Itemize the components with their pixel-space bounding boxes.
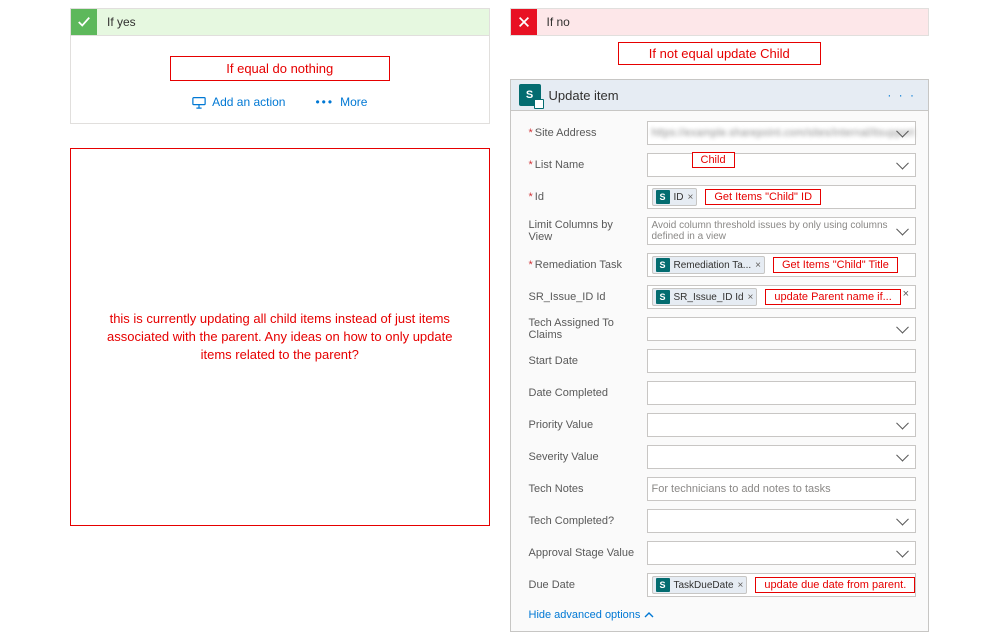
input-priority-value[interactable] xyxy=(647,413,917,437)
row-priority-value: Priority Value xyxy=(529,413,917,437)
if-yes-column: If yes If equal do nothing Add an action… xyxy=(70,8,490,632)
update-item-card: S Update item · · · *Site Address https:… xyxy=(510,79,930,632)
if-yes-body: If equal do nothing Add an action ••• Mo… xyxy=(70,36,490,124)
label-date-completed: Date Completed xyxy=(529,387,639,399)
row-severity-value: Severity Value xyxy=(529,445,917,469)
input-id[interactable]: SID× Get Items "Child" ID xyxy=(647,185,917,209)
card-menu-dots-icon[interactable]: · · · xyxy=(883,88,920,102)
label-due-date: Due Date xyxy=(529,579,639,591)
annotation-question-text: this is currently updating all child ite… xyxy=(101,310,459,365)
add-action-icon xyxy=(192,95,206,109)
annotation-if-equal: If equal do nothing xyxy=(170,56,390,81)
hide-advanced-link[interactable]: Hide advanced options xyxy=(529,605,655,625)
check-icon xyxy=(71,9,97,35)
label-priority-value: Priority Value xyxy=(529,419,639,431)
row-id: *Id SID× Get Items "Child" ID xyxy=(529,185,917,209)
if-no-header[interactable]: If no xyxy=(510,8,930,36)
row-tech-notes: Tech Notes For technicians to add notes … xyxy=(529,477,917,501)
token-task-due-date[interactable]: STaskDueDate× xyxy=(652,576,748,594)
update-item-title: Update item xyxy=(549,88,884,103)
row-list-name: *List Name Child xyxy=(529,153,917,177)
flow-condition-designer: If yes If equal do nothing Add an action… xyxy=(0,0,999,640)
row-limit-columns: Limit Columns by View Avoid column thres… xyxy=(529,217,917,245)
annotation-get-child-id: Get Items "Child" ID xyxy=(705,189,821,205)
more-link[interactable]: ••• More xyxy=(315,95,367,109)
input-remediation-task[interactable]: SRemediation Ta...× Get Items "Child" Ti… xyxy=(647,253,917,277)
yes-actions-row: Add an action ••• More xyxy=(91,95,469,109)
add-action-link[interactable]: Add an action xyxy=(192,95,285,109)
update-item-body: *Site Address https://example.sharepoint… xyxy=(511,111,929,631)
if-yes-header[interactable]: If yes xyxy=(70,8,490,36)
more-label: More xyxy=(340,95,367,109)
if-no-title: If no xyxy=(547,15,570,29)
row-approval-stage: Approval Stage Value xyxy=(529,541,917,565)
hide-advanced-label: Hide advanced options xyxy=(529,609,641,621)
label-tech-completed: Tech Completed? xyxy=(529,515,639,527)
label-tech-notes: Tech Notes xyxy=(529,483,639,495)
label-limit-columns: Limit Columns by View xyxy=(529,219,639,243)
chevron-up-icon xyxy=(644,610,654,620)
if-yes-title: If yes xyxy=(107,15,136,29)
row-tech-assigned: Tech Assigned To Claims xyxy=(529,317,917,341)
row-remediation-task: *Remediation Task SRemediation Ta...× Ge… xyxy=(529,253,917,277)
label-id: *Id xyxy=(529,191,639,203)
input-tech-notes[interactable]: For technicians to add notes to tasks xyxy=(647,477,917,501)
more-dots-icon: ••• xyxy=(315,95,334,109)
annotation-child: Child xyxy=(692,152,735,168)
annotation-if-not-equal: If not equal update Child xyxy=(618,42,821,65)
annotation-get-child-title: Get Items "Child" Title xyxy=(773,257,898,273)
label-remediation-task: *Remediation Task xyxy=(529,259,639,271)
input-list-name[interactable]: Child xyxy=(647,153,917,177)
input-tech-completed[interactable] xyxy=(647,509,917,533)
label-sr-issue-id: SR_Issue_ID Id xyxy=(529,291,639,303)
label-list-name: *List Name xyxy=(529,159,639,171)
row-due-date: Due Date STaskDueDate× update due date f… xyxy=(529,573,917,597)
row-date-completed: Date Completed xyxy=(529,381,917,405)
token-sr-issue[interactable]: SSR_Issue_ID Id× xyxy=(652,288,758,306)
label-start-date: Start Date xyxy=(529,355,639,367)
token-id[interactable]: SID× xyxy=(652,188,698,206)
label-severity-value: Severity Value xyxy=(529,451,639,463)
row-start-date: Start Date xyxy=(529,349,917,373)
input-due-date[interactable]: STaskDueDate× update due date from paren… xyxy=(647,573,917,597)
input-sr-issue-id[interactable]: SSR_Issue_ID Id× update Parent name if..… xyxy=(647,285,917,309)
token-remediation[interactable]: SRemediation Ta...× xyxy=(652,256,765,274)
input-date-completed[interactable] xyxy=(647,381,917,405)
sharepoint-icon: S xyxy=(519,84,541,106)
annotation-update-parent-name: update Parent name if... xyxy=(765,289,900,305)
close-icon xyxy=(511,9,537,35)
add-action-label: Add an action xyxy=(212,95,285,109)
row-tech-completed: Tech Completed? xyxy=(529,509,917,533)
annotation-update-due-date: update due date from parent. xyxy=(755,577,915,593)
row-sr-issue-id: SR_Issue_ID Id SSR_Issue_ID Id× update P… xyxy=(529,285,917,309)
if-no-column: If no If not equal update Child S Update… xyxy=(510,8,930,632)
annotation-question-box: this is currently updating all child ite… xyxy=(70,148,490,526)
input-tech-assigned[interactable] xyxy=(647,317,917,341)
label-tech-assigned: Tech Assigned To Claims xyxy=(529,317,639,341)
input-limit-columns[interactable]: Avoid column threshold issues by only us… xyxy=(647,217,917,245)
update-item-header[interactable]: S Update item · · · xyxy=(511,80,929,111)
row-site-address: *Site Address https://example.sharepoint… xyxy=(529,121,917,145)
label-site-address: *Site Address xyxy=(529,127,639,139)
input-site-address[interactable]: https://example.sharepoint.com/sites/int… xyxy=(647,121,917,145)
label-approval-stage: Approval Stage Value xyxy=(529,547,639,559)
input-start-date[interactable] xyxy=(647,349,917,373)
input-severity-value[interactable] xyxy=(647,445,917,469)
input-approval-stage[interactable] xyxy=(647,541,917,565)
